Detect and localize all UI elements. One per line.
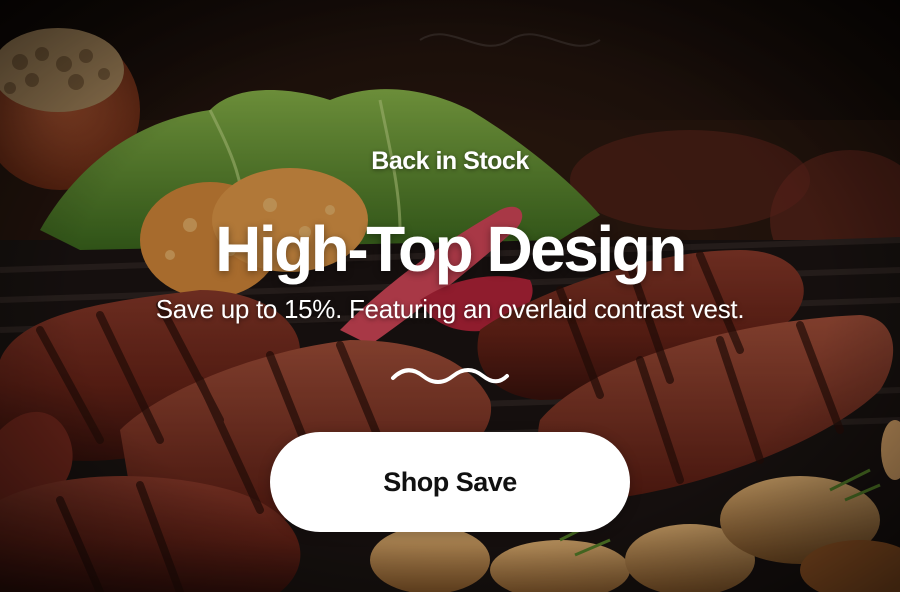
eyebrow-text: Back in Stock — [371, 147, 529, 175]
hero-subtitle: Save up to 15%. Featuring an overlaid co… — [155, 294, 745, 324]
hero-content: Back in Stock High-Top Design Save up to… — [0, 0, 900, 592]
hero-banner: Back in Stock High-Top Design Save up to… — [0, 0, 900, 592]
shop-save-button[interactable]: Shop Save — [270, 432, 630, 532]
wave-divider-icon — [391, 368, 509, 384]
hero-title: High-Top Design — [215, 213, 687, 285]
